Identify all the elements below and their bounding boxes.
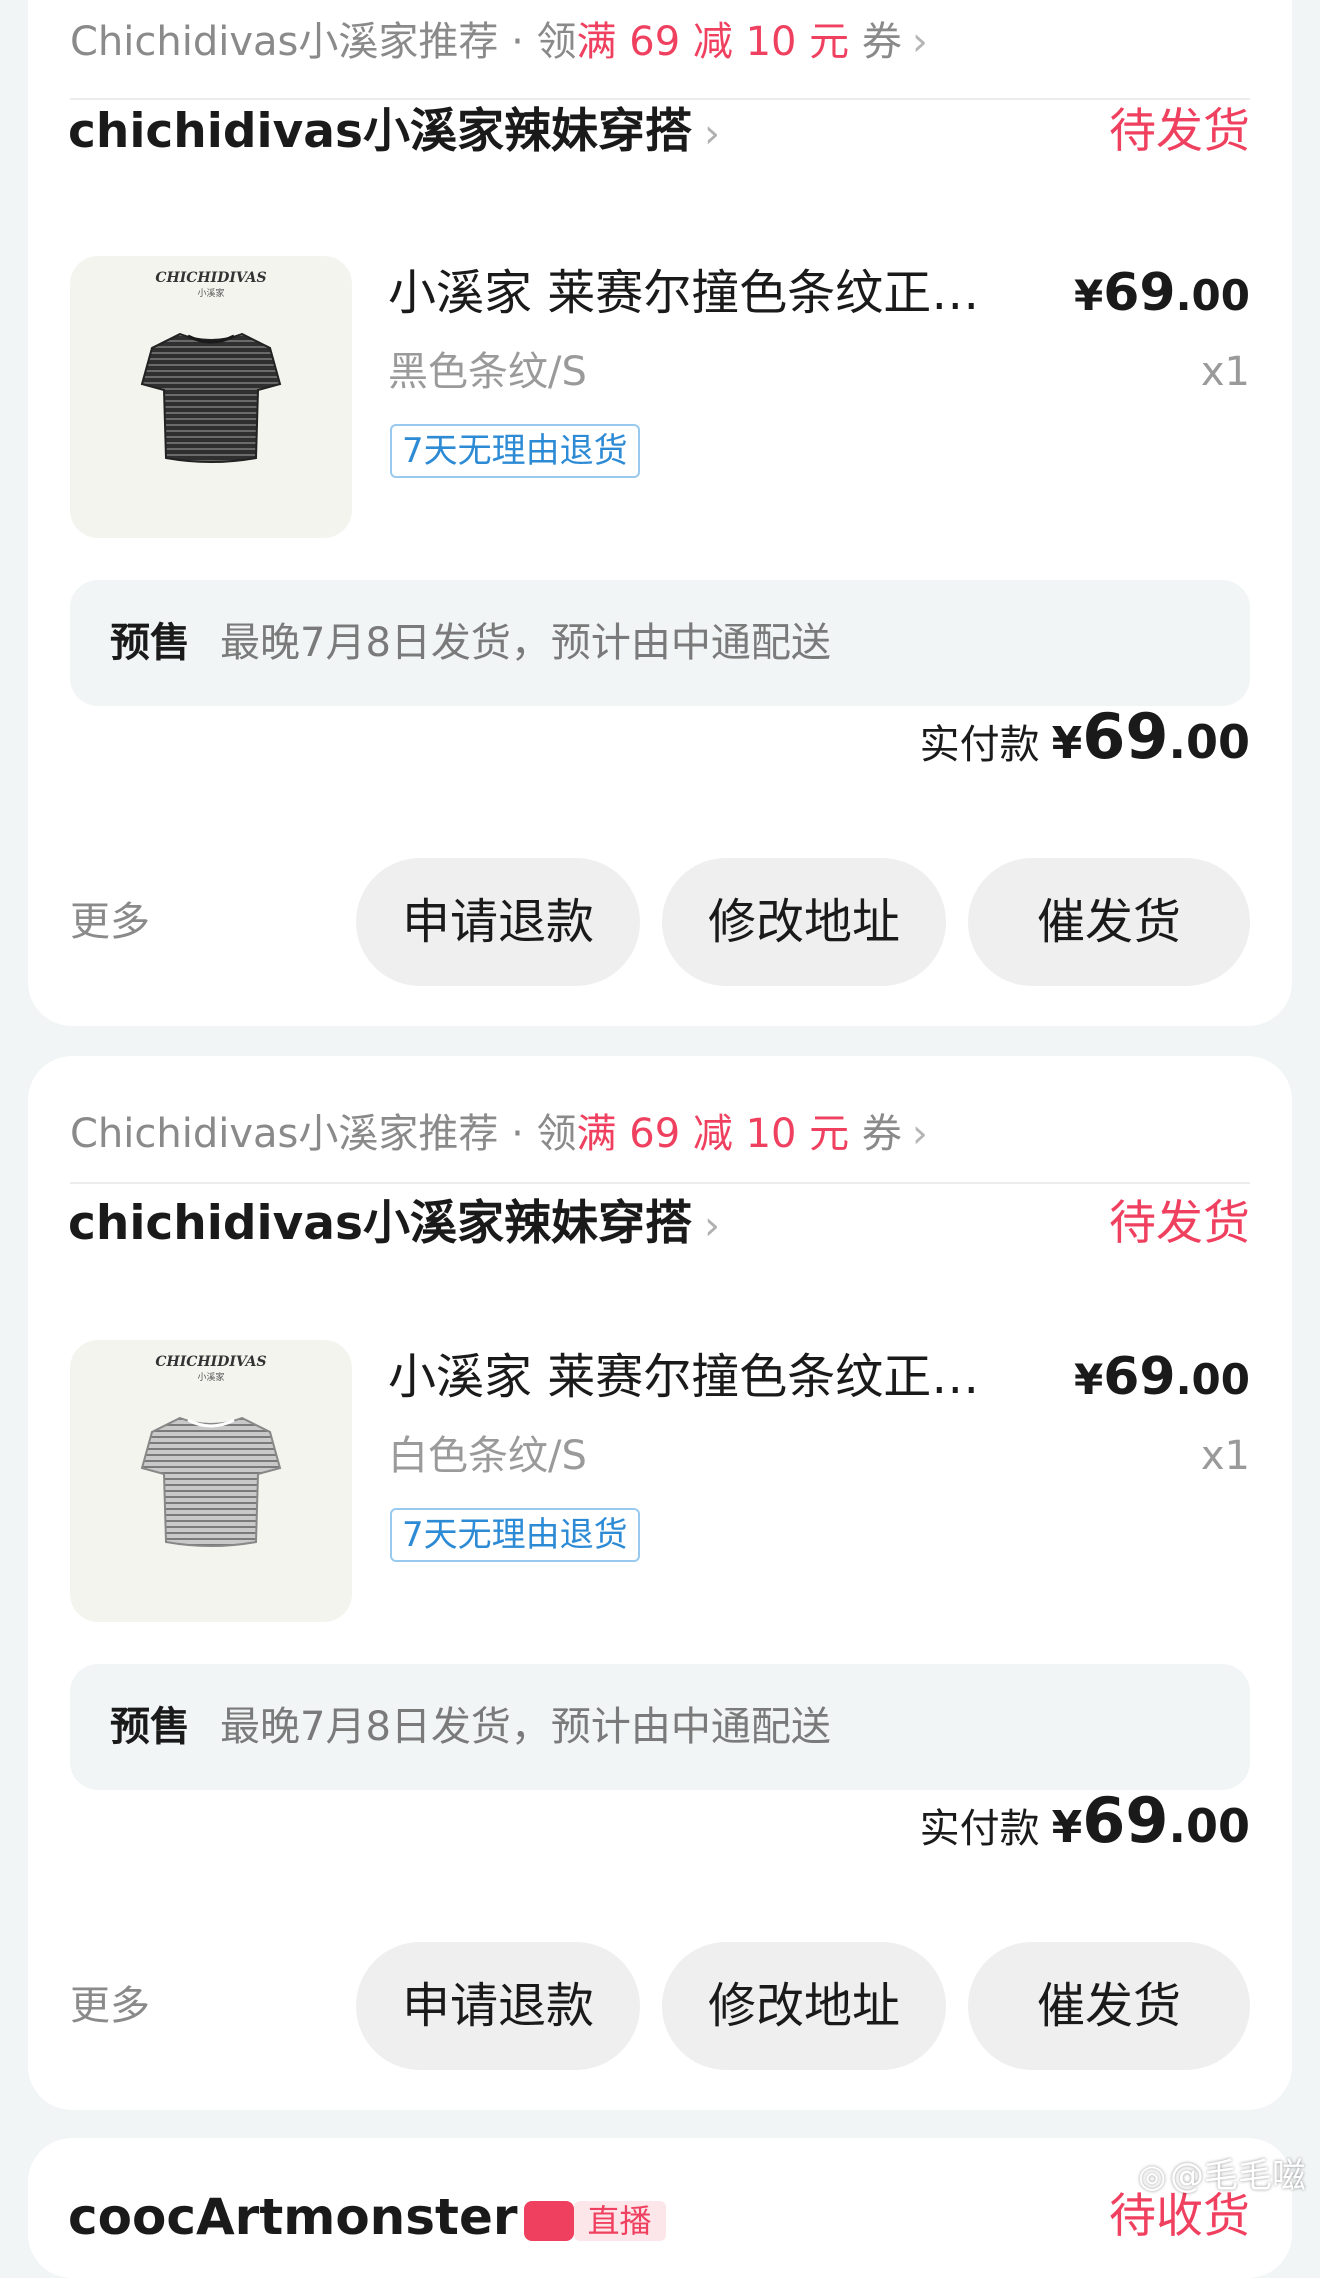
order-card[interactable]: Chichidivas小溪家推荐 · 领满 69 减 10 元 券 › chich… xyxy=(28,0,1292,1026)
presale-label: 预售 xyxy=(110,1704,190,1750)
more-button[interactable]: 更多 xyxy=(70,1942,150,2070)
order-actions: 更多 申请退款 修改地址 催发货 xyxy=(70,1942,1250,2070)
image-brand-logo: CHICHIDIVAS xyxy=(155,270,266,286)
refund-button[interactable]: 申请退款 xyxy=(356,858,640,986)
order-status: 待发货 xyxy=(1109,1196,1250,1251)
paid-amount: 实付款 ¥69.00 xyxy=(920,700,1250,780)
image-brand-logo: CHICHIDIVAS xyxy=(155,1354,266,1370)
promo-suffix: 券 xyxy=(849,1111,902,1157)
more-button[interactable]: 更多 xyxy=(70,858,150,986)
currency-symbol: ¥ xyxy=(1073,1355,1104,1404)
order-status: 待发货 xyxy=(1109,104,1250,159)
chevron-right-icon: › xyxy=(911,1111,928,1157)
paid-integer: 69 xyxy=(1082,700,1169,773)
product-title[interactable]: 小溪家 莱赛尔撞色条纹正肩短袖T恤 xyxy=(388,260,1024,326)
product-sku: 黑色条纹/S xyxy=(388,349,587,395)
product-title[interactable]: 小溪家 莱赛尔撞色条纹正肩短袖T恤 xyxy=(388,1344,1024,1410)
price-decimal: .00 xyxy=(1175,271,1250,320)
image-brand-sub: 小溪家 xyxy=(197,287,224,299)
paid-integer: 69 xyxy=(1082,1784,1169,1857)
presale-notice: 预售 最晚7月8日发货，预计由中通配送 xyxy=(70,580,1250,706)
promo-highlight: 满 69 减 10 元 xyxy=(576,1111,850,1157)
tshirt-image: CHICHIDIVAS 小溪家 xyxy=(140,1354,282,1547)
paid-amount: 实付款 ¥69.00 xyxy=(920,1784,1250,1864)
chevron-right-icon: › xyxy=(703,1203,720,1249)
product-image[interactable]: CHICHIDIVAS 小溪家 xyxy=(70,256,352,538)
urge-shipping-button[interactable]: 催发货 xyxy=(968,1942,1250,2070)
price-integer: 69 xyxy=(1103,263,1176,323)
presale-notice: 预售 最晚7月8日发货，预计由中通配送 xyxy=(70,1664,1250,1790)
promo-coupon-link[interactable]: Chichidivas小溪家推荐 · 领满 69 减 10 元 券 › xyxy=(70,14,928,70)
promo-coupon-link[interactable]: Chichidivas小溪家推荐 · 领满 69 减 10 元 券 › xyxy=(70,1106,928,1162)
return-policy-tag: 7天无理由退货 xyxy=(390,424,640,478)
currency-symbol: ¥ xyxy=(1051,718,1083,769)
tshirt-image: CHICHIDIVAS 小溪家 xyxy=(140,270,282,463)
divider xyxy=(70,1182,1250,1184)
change-address-button[interactable]: 修改地址 xyxy=(662,858,946,986)
refund-button[interactable]: 申请退款 xyxy=(356,1942,640,2070)
shop-name-link[interactable]: coocArtmonster 直播 xyxy=(68,2182,666,2252)
live-icon xyxy=(523,2200,574,2241)
weibo-icon: ◎ xyxy=(1138,2157,1166,2195)
promo-prefix: Chichidivas小溪家推荐 · 领 xyxy=(70,1111,577,1157)
product-quantity: x1 xyxy=(1200,1433,1250,1479)
promo-prefix: Chichidivas小溪家推荐 · 领 xyxy=(70,19,577,65)
order-actions: 更多 申请退款 修改地址 催发货 xyxy=(70,858,1250,986)
urge-shipping-button[interactable]: 催发货 xyxy=(968,858,1250,986)
paid-decimal: .00 xyxy=(1168,1799,1251,1853)
shop-name-link[interactable]: chichidivas小溪家辣妹穿搭 › xyxy=(68,100,720,166)
product-sku: 白色条纹/S xyxy=(388,1433,587,1479)
watermark-text: @毛毛嗞 xyxy=(1170,2156,1306,2196)
product-item[interactable]: CHICHIDIVAS 小溪家 小溪家 莱赛尔撞色条纹正肩短袖T恤 白色条纹/S… xyxy=(70,1340,1250,1622)
product-quantity: x1 xyxy=(1200,349,1250,395)
currency-symbol: ¥ xyxy=(1051,1802,1083,1853)
image-brand-sub: 小溪家 xyxy=(197,1371,224,1383)
order-card[interactable]: Chichidivas小溪家推荐 · 领满 69 减 10 元 券 › chich… xyxy=(28,1056,1292,2110)
presale-label: 预售 xyxy=(110,620,190,666)
price-decimal: .00 xyxy=(1175,1355,1250,1404)
presale-text: 最晚7月8日发货，预计由中通配送 xyxy=(220,620,831,666)
promo-suffix: 券 xyxy=(849,19,902,65)
order-card[interactable]: coocArtmonster 直播 待收货 xyxy=(28,2138,1292,2278)
change-address-button[interactable]: 修改地址 xyxy=(662,1942,946,2070)
chevron-right-icon: › xyxy=(703,111,720,157)
product-image[interactable]: CHICHIDIVAS 小溪家 xyxy=(70,1340,352,1622)
paid-label: 实付款 xyxy=(919,1806,1040,1852)
paid-decimal: .00 xyxy=(1168,715,1251,769)
promo-highlight: 满 69 减 10 元 xyxy=(576,19,850,65)
paid-label: 实付款 xyxy=(919,722,1040,768)
product-price: ¥69.00 xyxy=(1074,260,1250,338)
chevron-right-icon: › xyxy=(911,19,928,65)
shop-name: coocArtmonster xyxy=(68,2188,518,2246)
shop-name-link[interactable]: chichidivas小溪家辣妹穿搭 › xyxy=(68,1192,720,1258)
shop-name: chichidivas小溪家辣妹穿搭 xyxy=(68,104,692,159)
price-integer: 69 xyxy=(1103,1347,1176,1407)
presale-text: 最晚7月8日发货，预计由中通配送 xyxy=(220,1704,831,1750)
watermark: ◎ @毛毛嗞 xyxy=(1138,2148,1306,2197)
return-policy-tag: 7天无理由退货 xyxy=(390,1508,640,1562)
currency-symbol: ¥ xyxy=(1073,271,1104,320)
product-item[interactable]: CHICHIDIVAS 小溪家 小溪家 莱赛尔撞色条纹正肩短袖T恤 黑色条纹/S… xyxy=(70,256,1250,538)
product-price: ¥69.00 xyxy=(1074,1344,1250,1422)
live-badge: 直播 xyxy=(573,2200,666,2241)
shop-name: chichidivas小溪家辣妹穿搭 xyxy=(68,1196,692,1251)
